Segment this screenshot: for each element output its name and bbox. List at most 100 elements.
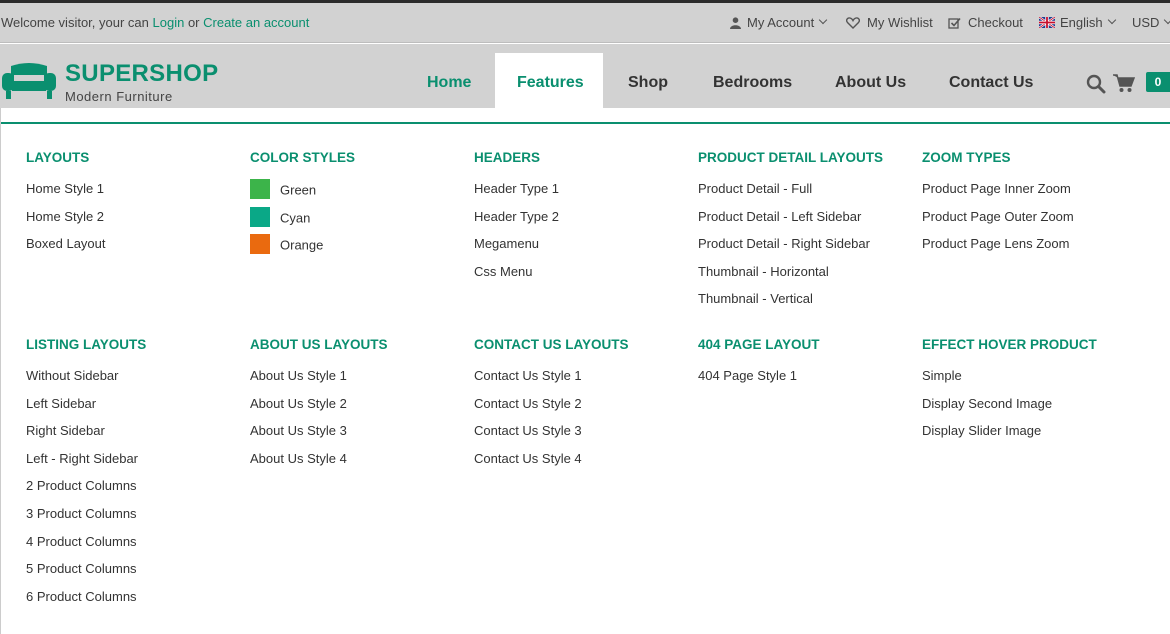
column-heading: HEADERS <box>474 150 541 165</box>
column-heading: CONTACT US LAYOUTS <box>474 337 629 352</box>
menu-link[interactable]: About Us Style 4 <box>250 451 470 479</box>
currency-selector[interactable]: USD <box>1132 15 1170 30</box>
language-label: English <box>1060 15 1103 30</box>
menu-link[interactable]: Contact Us Style 4 <box>474 451 694 479</box>
menu-link-label: Green <box>280 182 317 198</box>
column-heading: EFFECT HOVER PRODUCT <box>922 337 1097 352</box>
heart-icon <box>846 16 860 29</box>
brand-tagline: Modern Furniture <box>65 89 173 104</box>
menu-link[interactable]: Header Type 1 <box>474 181 694 209</box>
cyan-swatch <box>250 206 270 227</box>
menu-link[interactable]: Contact Us Style 1 <box>474 368 694 396</box>
nav-features[interactable]: Features <box>517 74 584 92</box>
menu-link[interactable]: Contact Us Style 3 <box>474 423 694 451</box>
user-icon <box>730 16 741 29</box>
my-account-label: My Account <box>747 15 815 30</box>
column-heading: COLOR STYLES <box>250 150 356 165</box>
menu-link[interactable]: About Us Style 3 <box>250 423 470 451</box>
search-icon[interactable] <box>1086 74 1106 94</box>
menu-link[interactable]: Without Sidebar <box>26 368 246 396</box>
menu-column-about-us-layouts: ABOUT US LAYOUTS About Us Style 1 About … <box>250 337 470 478</box>
cart-icon[interactable] <box>1113 73 1135 93</box>
menu-link[interactable]: Contact Us Style 2 <box>474 396 694 424</box>
color-style-green[interactable]: Green <box>250 179 470 209</box>
column-heading: PRODUCT DETAIL LAYOUTS <box>698 150 884 165</box>
menu-link[interactable]: Boxed Layout <box>26 236 246 264</box>
menu-link[interactable]: Left - Right Sidebar <box>26 451 246 479</box>
menu-link[interactable]: Product Detail - Left Sidebar <box>698 209 918 237</box>
menu-link[interactable]: Right Sidebar <box>26 423 246 451</box>
brand-name[interactable]: SUPERSHOP <box>65 60 218 88</box>
menu-link[interactable]: 3 Product Columns <box>26 506 246 534</box>
sofa-logo-icon <box>2 63 56 99</box>
menu-link[interactable]: 6 Product Columns <box>26 589 246 617</box>
menu-link[interactable]: About Us Style 1 <box>250 368 470 396</box>
wishlist-link[interactable]: My Wishlist <box>846 15 933 30</box>
topbar: Welcome visitor, your can Login or Creat… <box>0 3 1170 43</box>
menu-link[interactable]: Left Sidebar <box>26 396 246 424</box>
menu-link[interactable]: Simple <box>922 368 1142 396</box>
my-account-menu[interactable]: My Account <box>730 15 828 30</box>
menu-link-label: Cyan <box>280 210 311 226</box>
uk-flag-icon <box>1039 17 1055 28</box>
menu-link-label: Orange <box>280 237 324 253</box>
menu-link[interactable]: 2 Product Columns <box>26 478 246 506</box>
features-mega-menu: LAYOUTS Home Style 1 Home Style 2 Boxed … <box>0 108 1170 634</box>
menu-column-404-page-layout: 404 PAGE LAYOUT 404 Page Style 1 <box>698 337 918 396</box>
chevron-down-icon <box>818 15 828 24</box>
menu-link[interactable]: Product Page Inner Zoom <box>922 181 1142 209</box>
menu-link[interactable]: 5 Product Columns <box>26 561 246 589</box>
chevron-down-icon <box>1107 15 1116 24</box>
menu-column-listing-layouts: LISTING LAYOUTS Without Sidebar Left Sid… <box>26 337 246 616</box>
color-style-cyan[interactable]: Cyan <box>250 206 470 237</box>
checkbox-icon <box>948 17 961 29</box>
menu-link[interactable]: Header Type 2 <box>474 209 694 237</box>
login-link[interactable]: Login <box>153 15 185 30</box>
nav-shop[interactable]: Shop <box>628 74 668 92</box>
menu-link[interactable]: Product Page Outer Zoom <box>922 209 1142 237</box>
column-heading: ABOUT US LAYOUTS <box>250 337 388 352</box>
menu-column-zoom-types: ZOOM TYPES Product Page Inner Zoom Produ… <box>922 150 1142 264</box>
menu-link[interactable]: Product Detail - Right Sidebar <box>698 236 918 264</box>
green-swatch <box>250 179 270 199</box>
menu-link[interactable]: Thumbnail - Horizontal <box>698 264 918 292</box>
currency-label: USD <box>1132 15 1160 30</box>
chevron-down-icon <box>1164 15 1170 24</box>
menu-column-contact-us-layouts: CONTACT US LAYOUTS Contact Us Style 1 Co… <box>474 337 694 478</box>
header: SUPERSHOP Modern Furniture Home Features… <box>0 44 1170 109</box>
column-heading: ZOOM TYPES <box>922 150 1011 165</box>
menu-link[interactable]: 404 Page Style 1 <box>698 368 918 396</box>
color-style-orange[interactable]: Orange <box>250 234 470 264</box>
menu-link[interactable]: About Us Style 2 <box>250 396 470 424</box>
orange-swatch <box>250 234 270 255</box>
menu-link[interactable]: Product Detail - Full <box>698 181 918 209</box>
welcome-message: Welcome visitor, your can Login or Creat… <box>1 15 309 30</box>
menu-accent-line <box>1 122 1170 124</box>
nav-bedrooms[interactable]: Bedrooms <box>713 74 792 92</box>
cart-count-badge[interactable]: 0 <box>1146 72 1170 92</box>
menu-link[interactable]: Home Style 2 <box>26 209 246 237</box>
checkout-link[interactable]: Checkout <box>948 15 1023 30</box>
welcome-text: Welcome visitor, your can <box>1 15 149 30</box>
menu-link[interactable]: Display Second Image <box>922 396 1142 424</box>
language-selector[interactable]: English <box>1039 15 1116 30</box>
menu-column-headers: HEADERS Header Type 1 Header Type 2 Mega… <box>474 150 694 291</box>
menu-link[interactable]: Megamenu <box>474 236 694 264</box>
nav-home[interactable]: Home <box>427 74 471 92</box>
menu-link[interactable]: Css Menu <box>474 264 694 292</box>
menu-link[interactable]: 4 Product Columns <box>26 534 246 562</box>
menu-link[interactable]: Product Page Lens Zoom <box>922 236 1142 264</box>
menu-link[interactable]: Thumbnail - Vertical <box>698 291 918 319</box>
menu-column-effect-hover-product: EFFECT HOVER PRODUCT Simple Display Seco… <box>922 337 1142 451</box>
column-heading: LISTING LAYOUTS <box>26 337 147 352</box>
nav-contact-us[interactable]: Contact Us <box>949 74 1033 92</box>
menu-column-product-detail-layouts: PRODUCT DETAIL LAYOUTS Product Detail - … <box>698 150 918 319</box>
checkout-label: Checkout <box>968 15 1023 30</box>
column-heading: LAYOUTS <box>26 150 90 165</box>
menu-link[interactable]: Display Slider Image <box>922 423 1142 451</box>
menu-column-layouts: LAYOUTS Home Style 1 Home Style 2 Boxed … <box>26 150 246 264</box>
nav-about-us[interactable]: About Us <box>835 74 906 92</box>
wishlist-label: My Wishlist <box>867 15 933 30</box>
menu-link[interactable]: Home Style 1 <box>26 181 246 209</box>
create-account-link[interactable]: Create an account <box>203 15 309 30</box>
